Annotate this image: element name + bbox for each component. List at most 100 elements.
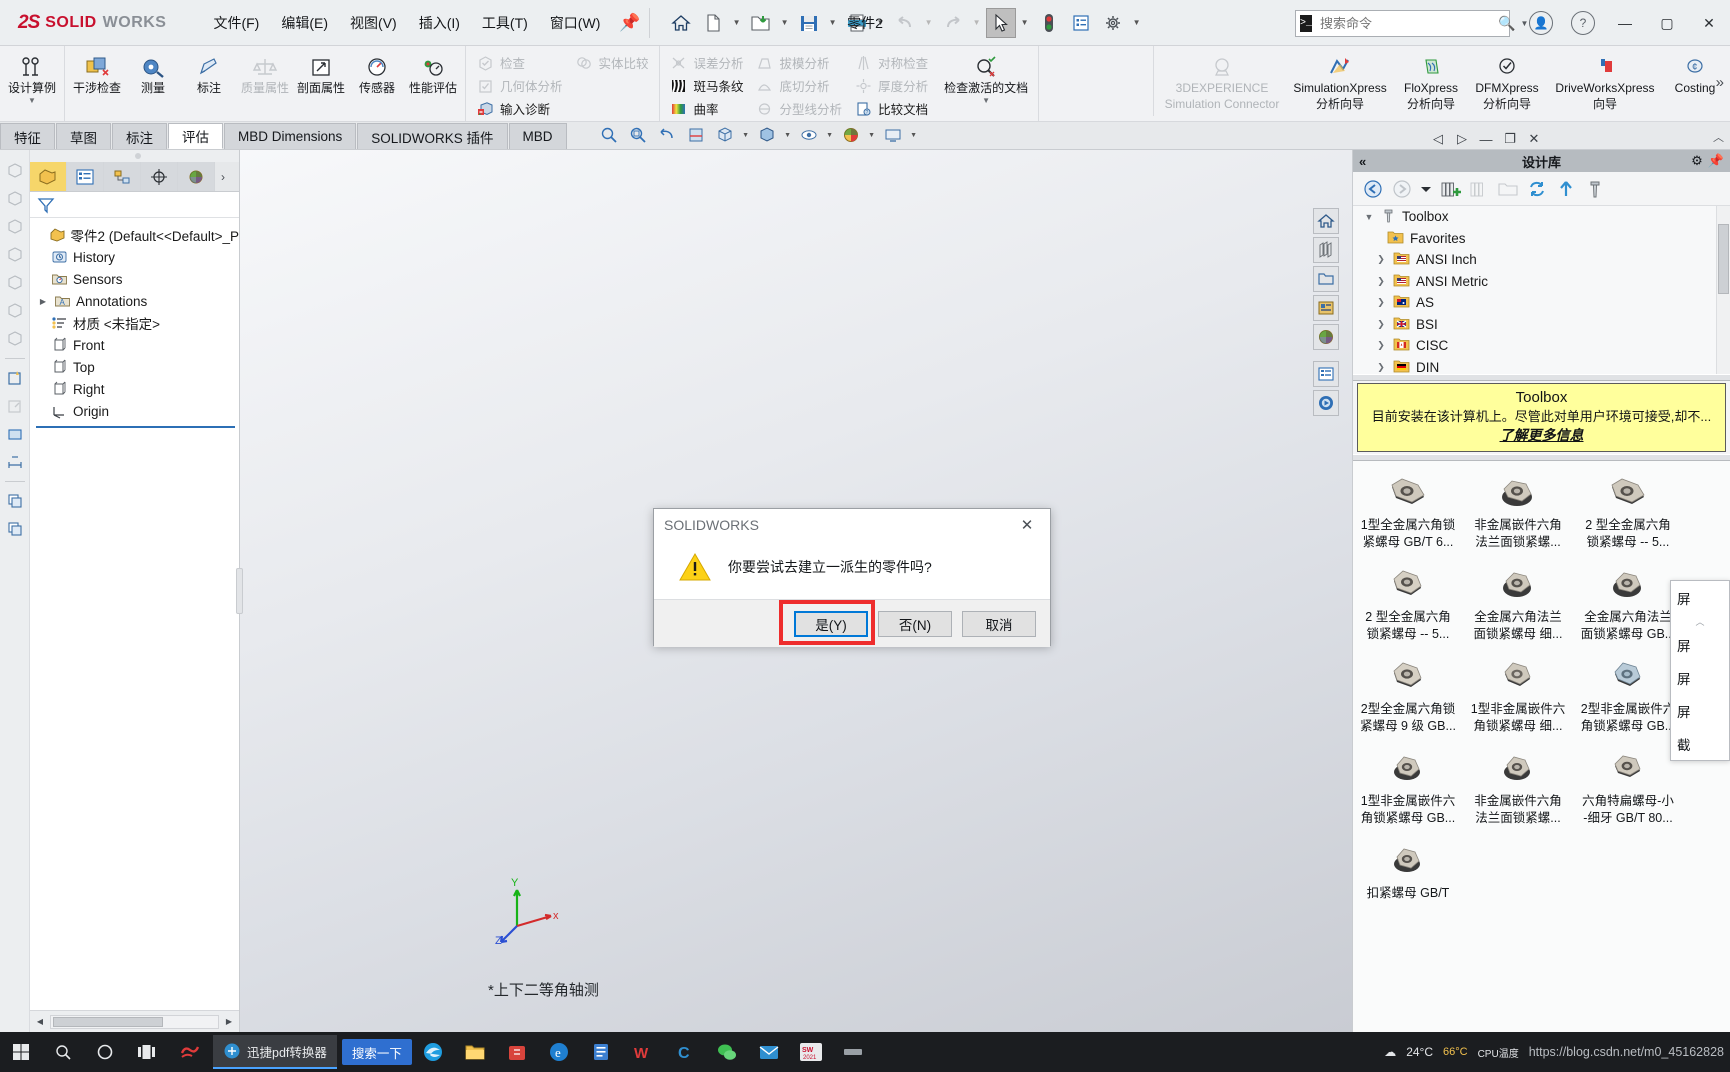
tree-node-bsi[interactable]: ❯ BSI [1353, 314, 1730, 336]
menu-file[interactable]: 文件(F) [202, 9, 270, 37]
tree-item-origin[interactable]: Origin [30, 400, 239, 422]
tree-item-top[interactable]: Top [30, 356, 239, 378]
appearance-sphere-icon[interactable] [1313, 324, 1339, 350]
display-style-dropdown-icon[interactable]: ▼ [783, 132, 793, 139]
new-document-dropdown-icon[interactable]: ▼ [730, 8, 744, 38]
misc-app-icon[interactable] [832, 1032, 874, 1072]
view-box-1-icon[interactable] [2, 158, 28, 184]
scene-dropdown-icon[interactable]: ▼ [909, 132, 919, 139]
forward-icon[interactable] [1390, 177, 1414, 201]
maximize-button[interactable]: ▢ [1646, 0, 1688, 46]
edge-browser-icon[interactable] [412, 1032, 454, 1072]
parting-line-analysis-row[interactable]: 分型线分析 [750, 97, 849, 120]
file-properties-icon[interactable] [1066, 8, 1096, 38]
restore-doc-left-icon[interactable]: ◁ [1428, 131, 1448, 147]
performance-evaluation-button[interactable]: 性能评估 [405, 49, 461, 97]
zoom-to-fit-icon[interactable] [596, 123, 622, 147]
dialog-close-icon[interactable]: ✕ [1014, 513, 1040, 537]
yes-button[interactable]: 是(Y) [794, 610, 868, 637]
chevron-right-icon[interactable]: ❯ [1375, 297, 1387, 308]
feature-manager-splitter[interactable] [30, 150, 239, 162]
doc-close-icon[interactable]: ✕ [1524, 131, 1544, 147]
design-study-dropdown-icon[interactable]: ▼ [5, 96, 59, 105]
annotations-expander-icon[interactable]: ▶ [38, 297, 48, 306]
chevron-right-icon[interactable]: ❯ [1375, 319, 1387, 330]
library-item[interactable]: 1型非金属嵌件六 角锁紧螺母 GB... [1353, 739, 1463, 831]
library-item[interactable]: 2 型全金属六角 锁紧螺母 -- 5... [1353, 555, 1463, 647]
command-search-box[interactable]: >_ 🔍 ▼ [1295, 10, 1528, 37]
home-view-icon[interactable] [1313, 208, 1339, 234]
tree-item-sensors[interactable]: Sensors [30, 268, 239, 290]
file-explorer-icon[interactable] [454, 1032, 496, 1072]
open-folder-icon[interactable] [746, 8, 776, 38]
interference-detection-button[interactable]: 干涉检查 [69, 49, 125, 97]
menu-window[interactable]: 窗口(W) [539, 9, 612, 37]
view-orientation-dropdown-icon[interactable]: ▼ [741, 132, 751, 139]
library-item[interactable]: 2型全金属六角锁 紧螺母 9 级 GB... [1353, 647, 1463, 739]
tab-solidworks-addins[interactable]: SOLIDWORKS 插件 [357, 123, 508, 149]
doc-minimize-icon[interactable]: — [1476, 132, 1496, 147]
tab-features[interactable]: 特征 [0, 123, 55, 149]
tree-node-ansi-inch[interactable]: ❯ ANSI Inch [1353, 249, 1730, 271]
library-item[interactable]: 全金属六角法兰 面锁紧螺母 细... [1463, 555, 1573, 647]
check-active-document-button[interactable]: 检查激活的文档 ▼ [938, 49, 1034, 107]
view-orientation-icon[interactable] [712, 123, 738, 147]
floxpress-button[interactable]: FloXpress 分析向导 [1394, 49, 1468, 113]
undercut-analysis-row[interactable]: 底切分析 [750, 74, 849, 97]
hide-show-dropdown-icon[interactable]: ▼ [825, 132, 835, 139]
learn-more-link[interactable]: 了解更多信息 [1500, 427, 1584, 443]
start-button[interactable] [0, 1032, 42, 1072]
tree-node-ansi-metric[interactable]: ❯ ANSI Metric [1353, 271, 1730, 293]
options-dropdown-icon[interactable]: ▼ [1130, 8, 1144, 38]
save-dropdown-icon[interactable]: ▼ [826, 8, 840, 38]
restore-doc-right-icon[interactable]: ▷ [1452, 131, 1472, 147]
display-manager-tab[interactable] [178, 162, 215, 191]
flyout-item-1[interactable]: 屏 [1671, 581, 1729, 614]
section-view-icon[interactable] [683, 123, 709, 147]
sketch-plane-icon[interactable] [2, 421, 28, 447]
design-library-tree-scrollbar[interactable] [1716, 206, 1730, 374]
property-manager-tab[interactable] [67, 162, 104, 191]
search-icon[interactable]: 🔍 [1498, 15, 1515, 32]
library-splitter-2[interactable] [1353, 454, 1730, 461]
new-document-icon[interactable] [698, 8, 728, 38]
history-dropdown-icon[interactable] [1419, 177, 1433, 201]
wps-icon[interactable]: W [622, 1032, 664, 1072]
tree-item-material[interactable]: 材质 <未指定> [30, 312, 239, 334]
store-icon[interactable] [496, 1032, 538, 1072]
compare-documents-row[interactable]: ? 比较文档 [848, 97, 934, 120]
library-item[interactable]: 2 型全金属六角 锁紧螺母 -- 5... [1573, 463, 1683, 555]
create-folder-icon[interactable] [1496, 177, 1520, 201]
wechat-icon[interactable] [706, 1032, 748, 1072]
home-icon[interactable] [666, 8, 696, 38]
view-palette-icon[interactable] [1313, 237, 1339, 263]
library-splitter[interactable] [1353, 374, 1730, 381]
symmetry-check-row[interactable]: 对称检查 [848, 51, 934, 74]
display-style-icon[interactable] [754, 123, 780, 147]
geometry-analysis-row[interactable]: 几何体分析 [470, 74, 569, 97]
back-icon[interactable] [1361, 177, 1385, 201]
view-box-5-icon[interactable] [2, 270, 28, 296]
3dexperience-button[interactable]: 3DEXPERIENCE Simulation Connector [1158, 49, 1286, 113]
flyout-scroll-up-icon[interactable]: ︿ [1671, 614, 1729, 628]
add-file-location-icon[interactable] [1467, 177, 1491, 201]
redo-icon[interactable] [938, 8, 968, 38]
appearance-dropdown-icon[interactable]: ▼ [867, 132, 877, 139]
appearances-panel-icon[interactable] [1313, 295, 1339, 321]
zoom-to-area-icon[interactable] [625, 123, 651, 147]
pin-menu-icon[interactable]: 📌 [619, 13, 640, 33]
configuration-manager-tab[interactable] [104, 162, 141, 191]
solidworks-2021-icon[interactable]: SW 2021 [790, 1032, 832, 1072]
ie-browser-icon[interactable]: e [538, 1032, 580, 1072]
feature-tree-tab[interactable] [30, 162, 67, 191]
collapse-panel-icon[interactable]: « [1353, 154, 1372, 169]
chevron-right-icon[interactable]: ❯ [1375, 340, 1387, 351]
view-box-3-icon[interactable] [2, 214, 28, 240]
search-input[interactable] [1318, 15, 1499, 32]
tab-mbd-dimensions[interactable]: MBD Dimensions [224, 123, 357, 149]
horizontal-scrollbar[interactable] [50, 1014, 219, 1029]
c-app-icon[interactable]: C [664, 1032, 706, 1072]
flyout-item-4[interactable]: 屏 [1671, 694, 1729, 727]
minimize-button[interactable]: — [1604, 0, 1646, 46]
scrollbar-thumb[interactable] [53, 1016, 163, 1027]
